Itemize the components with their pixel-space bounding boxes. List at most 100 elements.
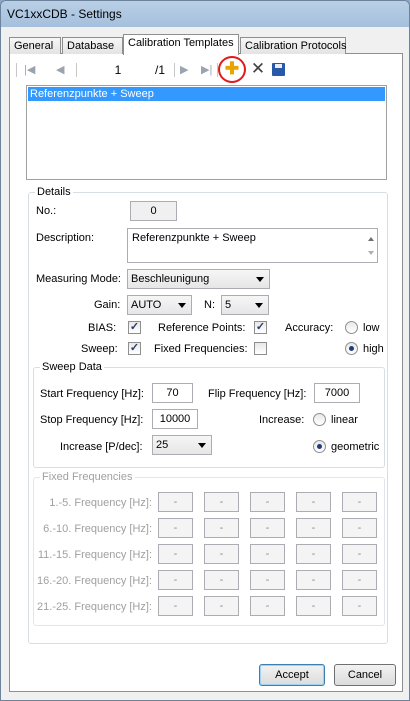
delete-x-icon[interactable]: ✕	[249, 59, 267, 79]
template-list[interactable]: Referenzpunkte + Sweep	[26, 85, 387, 180]
tab-calibration-protocols[interactable]: Calibration Protocols	[240, 37, 347, 54]
stop-frequency-input[interactable]: 10000	[152, 409, 198, 429]
tab-general[interactable]: General	[9, 37, 61, 54]
fixed-frequency-input[interactable]: -	[342, 492, 377, 512]
fixed-frequency-input[interactable]: -	[250, 596, 285, 616]
fixed-frequencies-label: Fixed Frequencies:	[154, 343, 248, 355]
fixed-frequency-input[interactable]: -	[296, 544, 331, 564]
fixed-frequency-input[interactable]: -	[204, 570, 239, 590]
chevron-down-icon	[256, 277, 264, 282]
fixed-frequency-input[interactable]: -	[204, 492, 239, 512]
flip-frequency-label: Flip Frequency [Hz]:	[208, 388, 307, 400]
accuracy-low-label: low	[363, 322, 380, 334]
increase-per-dec-value: 25	[156, 439, 169, 451]
cancel-button[interactable]: Cancel	[334, 664, 396, 686]
fixed-frequency-input[interactable]: -	[342, 596, 377, 616]
increase-geometric-label: geometric	[331, 441, 380, 453]
fixed-frequency-input[interactable]: -	[250, 518, 285, 538]
fixed-frequencies-checkbox[interactable]	[254, 342, 267, 355]
increase-linear-radio[interactable]	[313, 413, 326, 426]
increase-per-dec-select[interactable]: 25	[152, 435, 212, 455]
fixed-frequency-input[interactable]: -	[250, 492, 285, 512]
gain-value: AUTO	[131, 299, 162, 311]
sweep-checkbox[interactable]: ✓	[128, 342, 141, 355]
fixed-frequency-input[interactable]: -	[296, 596, 331, 616]
first-record-button[interactable]: |◀	[24, 63, 35, 77]
fixed-frequency-input[interactable]: -	[158, 518, 193, 538]
n-select[interactable]: 5	[221, 295, 269, 315]
flip-frequency-input[interactable]: 7000	[314, 383, 360, 403]
increase-geometric-radio[interactable]	[313, 440, 326, 453]
window-title: VC1xxCDB - Settings	[7, 7, 122, 21]
previous-record-button[interactable]: ◀	[56, 63, 64, 77]
accuracy-high-radio[interactable]	[345, 342, 358, 355]
chevron-down-icon	[178, 303, 186, 308]
description-text: Referenzpunkte + Sweep	[132, 232, 256, 244]
reference-points-label: Reference Points:	[158, 322, 246, 334]
accuracy-low-radio[interactable]	[345, 321, 358, 334]
scroll-down-icon[interactable]	[368, 251, 374, 255]
no-field: 0	[130, 201, 177, 221]
gain-select[interactable]: AUTO	[127, 295, 192, 315]
bias-checkbox[interactable]: ✓	[128, 321, 141, 334]
fixed-frequency-input[interactable]: -	[296, 492, 331, 512]
fixed-row-label: 1.-5. Frequency [Hz]:	[49, 497, 152, 509]
accuracy-high-label: high	[363, 343, 384, 355]
toolbar-separator	[76, 63, 77, 77]
fixed-frequency-input[interactable]: -	[342, 544, 377, 564]
increase-linear-label: linear	[331, 414, 358, 426]
fixed-frequency-input[interactable]: -	[250, 544, 285, 564]
start-frequency-input[interactable]: 70	[152, 383, 193, 403]
sweep-data-legend: Sweep Data	[42, 361, 102, 373]
fixed-frequency-input[interactable]: -	[342, 518, 377, 538]
fixed-frequency-input[interactable]: -	[204, 544, 239, 564]
fixed-row-label: 21.-25. Frequency [Hz]:	[37, 601, 152, 613]
fixed-frequency-input[interactable]: -	[158, 596, 193, 616]
accuracy-label: Accuracy:	[285, 322, 334, 334]
no-label: No.:	[36, 205, 57, 217]
settings-window: VC1xxCDB - Settings General Database Cal…	[0, 0, 410, 701]
fixed-frequency-input[interactable]: -	[296, 518, 331, 538]
gain-label: Gain:	[94, 299, 121, 311]
start-frequency-label: Start Frequency [Hz]:	[40, 388, 144, 400]
description-label: Description:	[36, 232, 95, 244]
fixed-frequency-input[interactable]: -	[158, 570, 193, 590]
save-disk-icon[interactable]	[272, 63, 285, 76]
list-item[interactable]: Referenzpunkte + Sweep	[28, 87, 385, 101]
increase-label: Increase:	[259, 414, 305, 426]
n-value: 5	[225, 299, 232, 311]
next-record-button[interactable]: ▶	[180, 63, 188, 77]
fixed-frequency-input[interactable]: -	[158, 544, 193, 564]
fixed-frequency-input[interactable]: -	[342, 570, 377, 590]
tab-database[interactable]: Database	[62, 37, 123, 54]
fixed-frequency-input[interactable]: -	[158, 492, 193, 512]
scroll-up-icon[interactable]	[368, 237, 374, 241]
chevron-down-icon	[198, 443, 206, 448]
fixed-frequency-input[interactable]: -	[204, 596, 239, 616]
toolbar-separator	[174, 63, 175, 77]
n-label: N:	[204, 299, 215, 311]
fixed-frequency-input[interactable]: -	[204, 518, 239, 538]
fixed-row-label: 16.-20. Frequency [Hz]:	[37, 575, 152, 587]
sweep-label: Sweep:	[81, 343, 118, 355]
reference-points-checkbox[interactable]: ✓	[254, 321, 267, 334]
record-position-input[interactable]: 1	[102, 61, 134, 79]
measuring-mode-select[interactable]: Beschleunigung	[127, 269, 270, 289]
details-legend: Details	[37, 186, 71, 198]
record-count: /1	[155, 63, 166, 77]
stop-frequency-label: Stop Frequency [Hz]:	[40, 414, 144, 426]
tab-calibration-templates[interactable]: Calibration Templates	[123, 34, 239, 55]
fixed-frequencies-legend: Fixed Frequencies	[42, 471, 133, 483]
fixed-row-label: 11.-15. Frequency [Hz]:	[37, 549, 152, 561]
increase-per-dec-label: Increase [P/dec]:	[60, 441, 143, 453]
accept-button[interactable]: Accept	[259, 664, 325, 686]
toolbar-grip	[16, 63, 17, 77]
tab-strip: General Database Calibration Templates C…	[9, 34, 403, 55]
measuring-mode-label: Measuring Mode:	[36, 273, 121, 285]
highlight-circle	[218, 56, 246, 83]
fixed-frequency-input[interactable]: -	[296, 570, 331, 590]
record-navigator: |◀ ◀ 1 /1 ▶ ▶| ✚ ✕	[16, 56, 396, 83]
fixed-frequency-input[interactable]: -	[250, 570, 285, 590]
last-record-button[interactable]: ▶|	[201, 63, 212, 77]
description-field[interactable]: Referenzpunkte + Sweep	[127, 228, 378, 263]
